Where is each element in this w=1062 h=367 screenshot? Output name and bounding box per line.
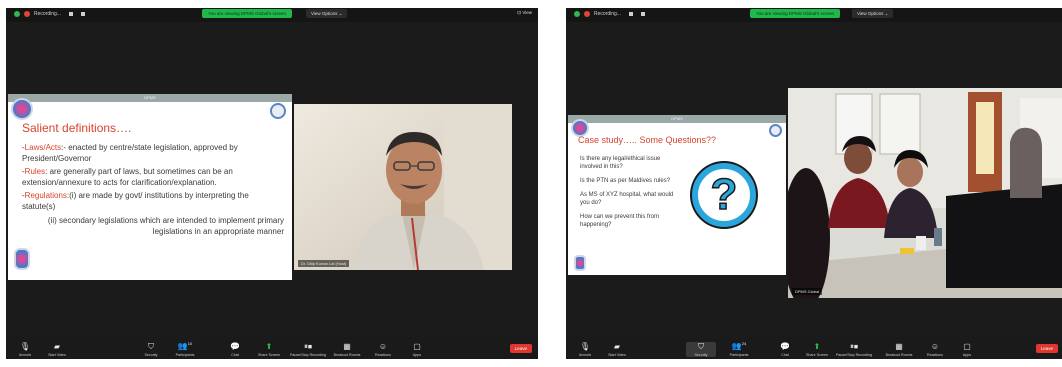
reactions-icon: ☺ — [378, 342, 388, 351]
recording-indicator: Recording... — [574, 11, 645, 17]
shared-slide: DPMS Case study….. Some Questions?? Is t… — [568, 115, 786, 275]
start-video-button[interactable]: ▰ Start Video — [42, 342, 72, 357]
slide-body: -Laws/Acts:- enacted by centre/state leg… — [22, 142, 284, 237]
view-options-button[interactable]: View Options ⌄ — [852, 9, 894, 18]
share-screen-button[interactable]: ⬆ Share Screen — [802, 342, 832, 357]
video-off-icon: ▰ — [613, 342, 621, 351]
apps-button[interactable]: ▢ Apps — [402, 342, 432, 357]
meeting-toolbar: 🎙 Unmute ▰ Start Video ⛉ Security 👥10 Pa… — [6, 337, 538, 359]
chat-bubble-icon: 💬 — [230, 342, 240, 351]
shield-icon: ⛉ — [698, 342, 704, 351]
record-pause-icon: ⏸⏹ — [850, 342, 858, 351]
video-tile-group[interactable]: DPMS Global — [788, 88, 1062, 298]
view-toggle[interactable]: ⊡ View — [517, 10, 532, 16]
chat-button[interactable]: 💬 Chat — [220, 342, 250, 357]
participants-icon: 👥24 — [731, 341, 747, 351]
share-screen-icon: ⬆ — [813, 342, 821, 351]
top-bar: Recording... You are viewing DPMS Global… — [6, 8, 538, 22]
unmute-button[interactable]: 🎙 Unmute — [570, 342, 600, 357]
participants-count: 10 — [187, 341, 193, 347]
question-list: Is there any legal/ethical issue involve… — [580, 155, 680, 229]
security-button[interactable]: ⛉ Security — [686, 342, 716, 357]
breakout-rooms-icon: ▦ — [895, 342, 903, 351]
leave-button[interactable]: Leave — [509, 344, 532, 353]
shield-icon: ⛉ — [148, 342, 154, 351]
view-options-button[interactable]: View Options ⌄ — [306, 9, 348, 18]
breakout-rooms-icon: ▦ — [343, 342, 351, 351]
emblem-logo — [769, 124, 782, 137]
participants-button[interactable]: 👥24 Participants — [724, 339, 754, 357]
slide-header: DPMS — [8, 94, 292, 102]
zoom-window-left: Recording... You are viewing DPMS Global… — [6, 8, 538, 359]
recording-label: Recording... — [594, 11, 621, 17]
question-1: Is there any legal/ethical issue involve… — [580, 156, 661, 170]
institution-logo — [11, 98, 33, 120]
record-pause-icon: ⏸⏹ — [304, 342, 312, 351]
microphone-off-icon: 🎙 — [579, 342, 591, 351]
reactions-icon: ☺ — [930, 342, 940, 351]
chat-bubble-icon: 💬 — [780, 342, 790, 351]
record-button[interactable]: ⏸⏹ Pause/Stop Recording — [836, 342, 872, 357]
participants-count: 24 — [741, 341, 747, 347]
share-screen-icon: ⬆ — [265, 342, 273, 351]
slide-title: Salient definitions…. — [22, 121, 132, 135]
video-name-tag: Dr. Dilip Kumar Lal (Host) — [298, 260, 350, 267]
unmute-button[interactable]: 🎙 Unmute — [10, 342, 40, 357]
presenter-video-frame — [294, 104, 512, 270]
slide-title: Case study….. Some Questions?? — [578, 135, 717, 145]
participants-icon: 👥10 — [177, 341, 193, 351]
question-mark-icon: ? — [692, 163, 756, 227]
leave-button[interactable]: Leave — [1035, 344, 1058, 353]
question-4: How can we prevent this from happening? — [580, 214, 660, 228]
security-shield-icon — [574, 11, 580, 17]
pause-recording-icon[interactable] — [628, 12, 633, 16]
apps-button[interactable]: ▢ Apps — [952, 342, 982, 357]
participants-button[interactable]: 👥10 Participants — [170, 339, 200, 357]
reactions-button[interactable]: ☺ Reactions — [920, 342, 950, 357]
security-shield-icon — [14, 11, 20, 17]
share-screen-button[interactable]: ⬆ Share Screen — [254, 342, 284, 357]
recording-label: Recording... — [34, 11, 61, 17]
video-name-tag: DPMS Global — [792, 288, 823, 295]
zoom-window-right: Recording... You are viewing DPMS Global… — [566, 8, 1062, 359]
microphone-off-icon: 🎙 — [19, 342, 31, 351]
footer-logo — [14, 248, 30, 270]
definition-secondary: (ii) secondary legislations which are in… — [47, 216, 284, 236]
chat-button[interactable]: 💬 Chat — [770, 342, 800, 357]
reactions-button[interactable]: ☺ Reactions — [368, 342, 398, 357]
pause-recording-icon[interactable] — [68, 12, 73, 16]
emblem-logo — [270, 103, 286, 119]
stop-recording-icon[interactable] — [640, 12, 645, 16]
definition-regulations: -Regulations:(i) are made by govt/ insti… — [22, 191, 249, 211]
question-2: Is the PTN as per Maldives rules? — [580, 178, 671, 184]
security-button[interactable]: ⛉ Security — [136, 342, 166, 357]
definition-rules: -Rules: are generally part of laws, but … — [22, 167, 233, 187]
record-icon — [584, 11, 590, 17]
recording-indicator: Recording... — [14, 11, 85, 17]
start-video-button[interactable]: ▰ Start Video — [602, 342, 632, 357]
definition-laws: -Laws/Acts:- enacted by centre/state leg… — [22, 143, 238, 163]
breakout-rooms-button[interactable]: ▦ Breakout Rooms — [332, 342, 362, 357]
share-banner: You are viewing DPMS Global's screen — [202, 9, 292, 18]
share-banner: You are viewing DPMS Global's screen — [750, 9, 840, 18]
shared-slide: DPMS Salient definitions…. -Laws/Acts:- … — [8, 94, 292, 280]
question-3: As MS of XYZ hospital, what would you do… — [580, 192, 674, 206]
apps-icon: ▢ — [413, 342, 421, 351]
stop-recording-icon[interactable] — [80, 12, 85, 16]
breakout-rooms-button[interactable]: ▦ Breakout Rooms — [884, 342, 914, 357]
record-icon — [24, 11, 30, 17]
meeting-toolbar: 🎙 Unmute ▰ Start Video ⛉ Security 👥24 Pa… — [566, 337, 1062, 359]
group-video-frame — [788, 88, 1062, 298]
top-bar: Recording... You are viewing DPMS Global… — [566, 8, 1062, 22]
video-tile-presenter[interactable]: Dr. Dilip Kumar Lal (Host) — [294, 104, 512, 270]
record-button[interactable]: ⏸⏹ Pause/Stop Recording — [290, 342, 326, 357]
footer-logo — [574, 255, 586, 271]
apps-icon: ▢ — [963, 342, 971, 351]
video-off-icon: ▰ — [53, 342, 61, 351]
slide-header: DPMS — [568, 115, 786, 123]
